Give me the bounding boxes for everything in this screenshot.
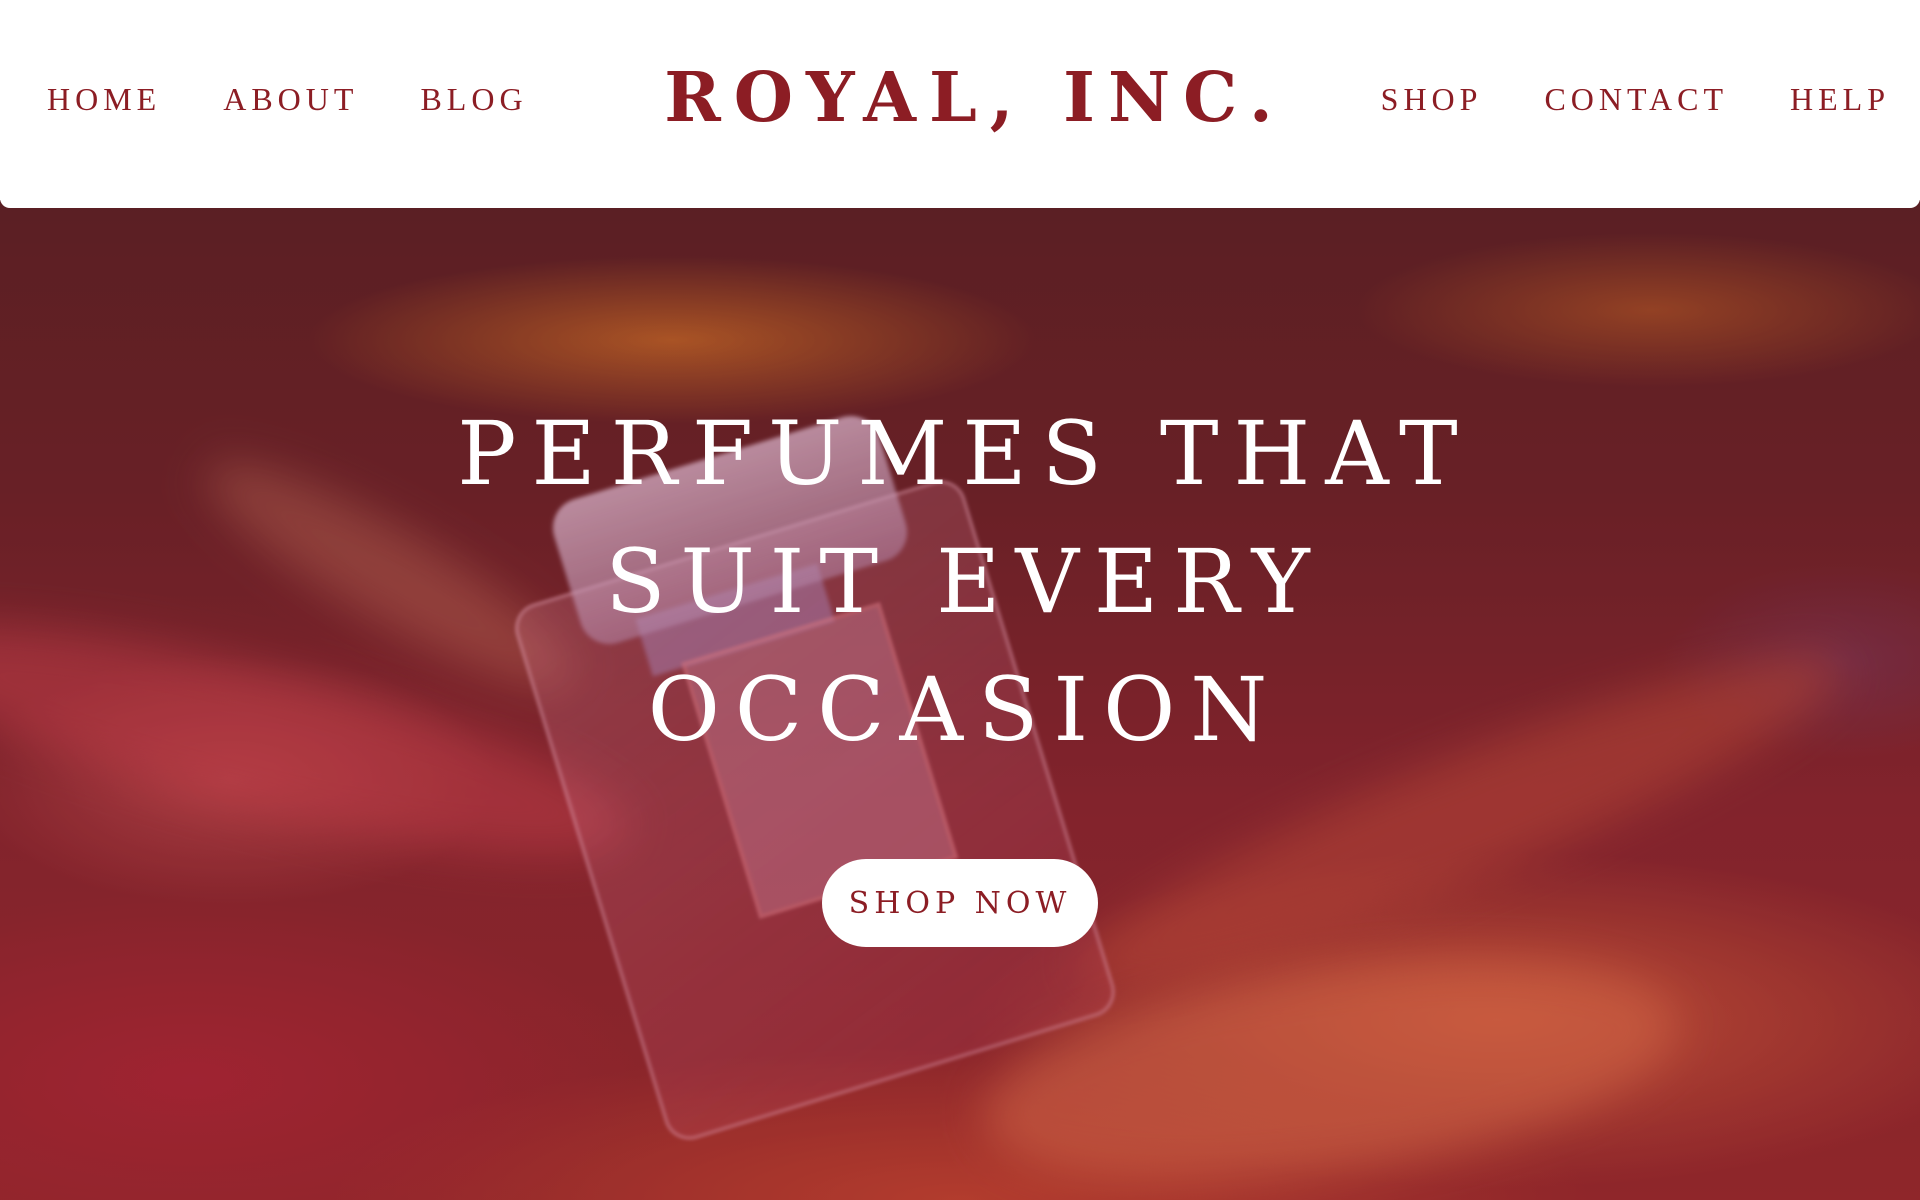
nav-link-contact[interactable]: CONTACT	[1544, 81, 1728, 118]
site-header: HOME ABOUT BLOG ROYAL, INC. SHOP CONTACT…	[0, 0, 1920, 208]
nav-link-home[interactable]: HOME	[47, 81, 161, 118]
nav-link-help[interactable]: HELP	[1790, 81, 1890, 118]
hero-headline-line: PERFUMES THAT	[457, 402, 1473, 505]
shop-now-button[interactable]: SHOP NOW	[822, 859, 1098, 947]
site-logo[interactable]: ROYAL, INC.	[664, 58, 1285, 138]
nav-link-shop[interactable]: SHOP	[1381, 81, 1483, 118]
nav-link-about[interactable]: ABOUT	[223, 81, 358, 118]
hero-section: PERFUMES THAT SUIT EVERY OCCASION SHOP N…	[0, 200, 1920, 1200]
nav-link-blog[interactable]: BLOG	[420, 81, 527, 118]
primary-nav-right: SHOP CONTACT HELP	[1381, 0, 1890, 208]
primary-nav-left: HOME ABOUT BLOG	[47, 0, 528, 208]
hero-headline-line: OCCASION	[647, 658, 1283, 761]
page: HOME ABOUT BLOG ROYAL, INC. SHOP CONTACT…	[0, 0, 1920, 1200]
hero-headline: PERFUMES THAT SUIT EVERY OCCASION	[0, 390, 1920, 774]
hero-headline-line: SUIT EVERY	[605, 530, 1325, 633]
